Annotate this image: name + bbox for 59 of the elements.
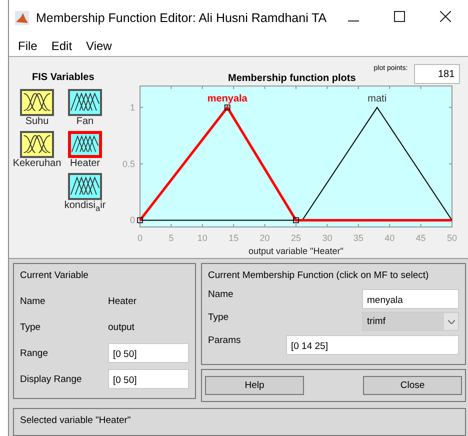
dialog-button[interactable]: Close — [363, 376, 462, 395]
variable-icon[interactable] — [20, 89, 54, 116]
field-label: Type — [20, 322, 42, 334]
variable-icon[interactable] — [20, 131, 54, 158]
variable-icon[interactable] — [68, 89, 102, 116]
tick-label: 0 — [138, 233, 142, 243]
tick-label: 40 — [384, 233, 395, 243]
dialog-button[interactable]: Help — [205, 376, 304, 395]
input-field[interactable]: [0 50] — [108, 343, 189, 364]
field-label: Params — [208, 335, 242, 346]
field-label: Display Range — [20, 374, 83, 385]
close-icon[interactable] — [440, 11, 450, 22]
variable-icon[interactable] — [68, 131, 102, 158]
chevron-icon — [448, 320, 454, 324]
variable-label: Kekeruhan — [12, 158, 62, 169]
field-label: Type — [208, 312, 230, 323]
tick-label: 50 — [447, 233, 457, 243]
variable-icon[interactable] — [68, 173, 102, 200]
panel-title: FIS Variables — [31, 72, 96, 83]
curve-label: mati — [368, 93, 387, 104]
tick-label: 45 — [416, 233, 426, 243]
input-field[interactable]: [0 14 25] — [286, 335, 459, 355]
variable-label: Suhu — [25, 116, 49, 127]
field-value: Heater — [108, 296, 138, 308]
field-label: Range — [20, 348, 49, 359]
tick-label: 0 — [130, 215, 135, 226]
field-label: Name — [208, 289, 234, 300]
curve-label: menyala — [207, 93, 248, 104]
chart-title: Membership function plots — [228, 73, 356, 84]
axis-label: output variable "Heater" — [248, 246, 344, 256]
panel-title: Current Membership Function (click on MF to select) — [208, 270, 430, 281]
tick-label: 25 — [291, 233, 301, 243]
maximize-icon[interactable] — [394, 11, 404, 22]
field-value: output — [108, 322, 136, 334]
tick-label: 35 — [353, 233, 364, 243]
minimize-icon[interactable] — [348, 20, 358, 22]
window-title: Membership Function Editor: Ali Husni Ramdhani TA — [36, 10, 328, 24]
status-text: Selected variable "Heater" — [20, 415, 131, 426]
menu-item[interactable]: File — [11, 38, 44, 52]
variable-label: Fan — [76, 116, 94, 127]
vertex-markers[interactable] — [137, 104, 299, 224]
menu-item[interactable]: View — [79, 38, 119, 52]
tick-label: 20 — [260, 233, 270, 243]
app-icon — [15, 10, 29, 24]
plot-points-field[interactable]: 181 — [414, 64, 460, 84]
tick-label: 30 — [322, 233, 332, 243]
tick-label: 5 — [168, 233, 174, 243]
input-field[interactable]: [0 50] — [108, 369, 189, 390]
variable-label: kondisi$_{a}$ir — [64, 200, 106, 213]
menu-item[interactable]: Edit — [44, 38, 80, 52]
tick-label: 1 — [130, 102, 135, 112]
tick-label: 10 — [197, 233, 208, 243]
input-field[interactable]: menyala — [362, 289, 459, 309]
type-dropdown[interactable]: trimf — [362, 312, 459, 331]
panel-title: Current Variable — [20, 270, 90, 281]
field-label: Name — [20, 296, 46, 308]
tick-label: 15 — [228, 233, 239, 243]
tick-label: 0.5 — [122, 158, 135, 169]
variable-label: Heater — [70, 158, 100, 169]
